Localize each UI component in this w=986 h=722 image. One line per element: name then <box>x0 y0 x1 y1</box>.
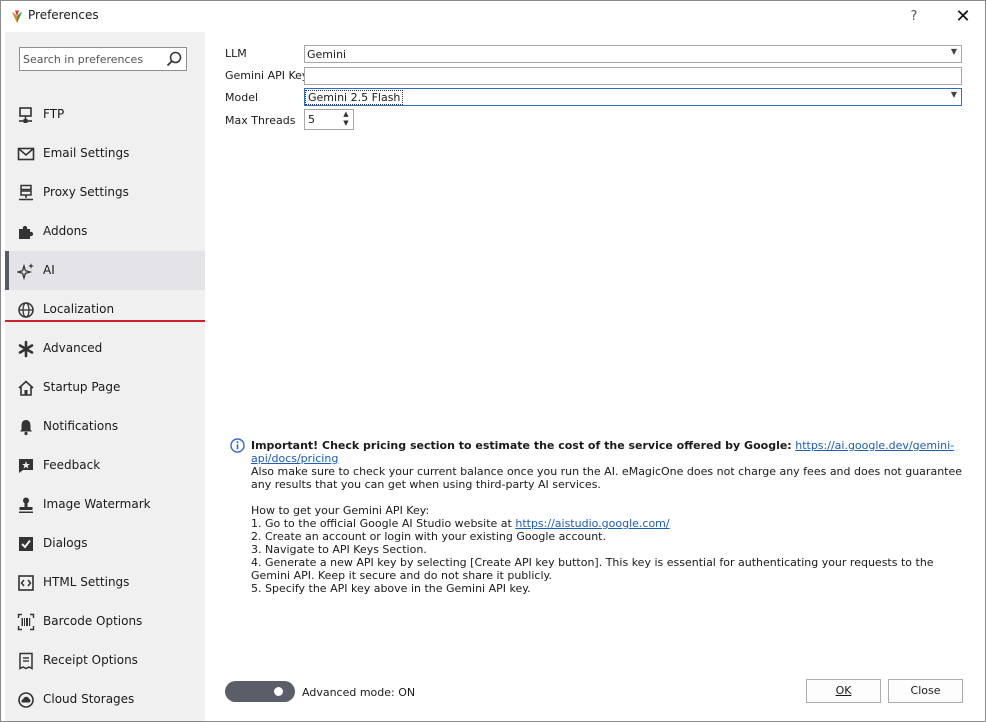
close-window-button[interactable]: ✕ <box>951 5 975 27</box>
ftp-icon <box>19 107 32 123</box>
sidebar-item-advanced[interactable]: Advanced <box>5 329 205 368</box>
step-2: 2. Create an account or login with your … <box>251 530 606 543</box>
sidebar-item-ai[interactable]: AI <box>5 251 205 290</box>
sidebar-item-label: Proxy Settings <box>43 185 129 199</box>
model-selected-value: Gemini 2.5 Flash <box>304 90 404 105</box>
sidebar-item-image-watermark[interactable]: Image Watermark <box>5 485 205 524</box>
step-1-text: 1. Go to the official Google AI Studio w… <box>251 517 512 530</box>
sidebar-item-label: Email Settings <box>43 146 130 160</box>
howto-title: How to get your Gemini API Key: <box>251 504 430 517</box>
globe-icon <box>18 302 34 318</box>
sidebar-item-startup-page[interactable]: Startup Page <box>5 368 205 407</box>
spin-up-icon[interactable]: ▲ <box>341 110 351 119</box>
barcode-icon <box>17 613 35 631</box>
step-1: 1. Go to the official Google AI Studio w… <box>251 517 971 530</box>
toggle-knob <box>274 687 283 696</box>
home-icon <box>18 380 34 396</box>
sidebar-item-label: Localization <box>43 302 115 316</box>
llm-select[interactable]: Gemini ▼ <box>304 45 962 63</box>
sidebar-item-label: Dialogs <box>43 536 88 550</box>
llm-label: LLM <box>225 47 247 60</box>
cloud-icon <box>18 692 34 708</box>
settings-panel: LLM Gemini ▼ Gemini API Key Model Gemini… <box>205 32 985 721</box>
spin-down-icon[interactable]: ▼ <box>341 119 351 128</box>
ok-button[interactable]: OK <box>806 679 881 703</box>
sidebar-item-label: Advanced <box>43 341 103 355</box>
sidebar-item-dialogs[interactable]: Dialogs <box>5 524 205 563</box>
sidebar-item-proxy-settings[interactable]: Proxy Settings <box>5 173 205 212</box>
model-label: Model <box>225 91 259 104</box>
info-icon <box>230 438 245 453</box>
sidebar-item-label: AI <box>43 263 55 277</box>
receipt-icon <box>19 652 33 670</box>
envelope-icon <box>17 147 35 161</box>
pricing-line: Important! Check pricing section to esti… <box>251 439 971 465</box>
sidebar-item-barcode-options[interactable]: Barcode Options <box>5 602 205 641</box>
sidebar-item-label: Startup Page <box>43 380 121 394</box>
sidebar: FTP Email Settings Proxy Settings <box>5 32 205 721</box>
step-4: 4. Generate a new API key by selecting [… <box>251 556 934 582</box>
app-logo-icon <box>12 10 22 23</box>
preferences-window: Preferences ? ✕ FTP <box>0 0 986 722</box>
puzzle-icon <box>19 225 34 239</box>
sidebar-item-addons[interactable]: Addons <box>5 212 205 251</box>
chevron-down-icon: ▼ <box>950 90 957 99</box>
sidebar-item-label: Notifications <box>43 419 119 433</box>
sidebar-item-email-settings[interactable]: Email Settings <box>5 134 205 173</box>
balance-note: Also make sure to check your current bal… <box>251 465 963 491</box>
sidebar-item-cloud-storages[interactable]: Cloud Storages <box>5 680 205 719</box>
api-key-field-box[interactable] <box>304 67 962 85</box>
sidebar-item-label: HTML Settings <box>43 575 130 589</box>
sidebar-item-label: Cloud Storages <box>43 692 135 706</box>
check-box-icon <box>19 537 33 551</box>
advanced-mode-label: Advanced mode: ON <box>302 686 416 699</box>
active-item-underline <box>5 320 205 322</box>
sidebar-item-label: Barcode Options <box>43 614 143 628</box>
sidebar-item-label: Image Watermark <box>43 497 151 511</box>
sidebar-item-receipt-options[interactable]: Receipt Options <box>5 641 205 680</box>
title-bar: Preferences ? ✕ <box>1 1 985 32</box>
sidebar-nav: FTP Email Settings Proxy Settings Addons… <box>5 95 205 719</box>
close-button[interactable]: Close <box>888 679 963 703</box>
info-text: Important! Check pricing section to esti… <box>251 439 971 595</box>
search-icon[interactable] <box>165 50 183 68</box>
api-key-input[interactable] <box>305 68 961 84</box>
sparkle-icon <box>17 263 34 280</box>
proxy-icon <box>19 184 33 201</box>
step-3: 3. Navigate to API Keys Section. <box>251 543 427 556</box>
llm-selected-value: Gemini <box>307 48 347 61</box>
sidebar-item-html-settings[interactable]: HTML Settings <box>5 563 205 602</box>
bell-icon <box>20 420 32 436</box>
stamp-icon <box>19 497 33 513</box>
ai-studio-link[interactable]: https://aistudio.google.com/ <box>515 517 669 530</box>
sidebar-item-label: Receipt Options <box>43 653 138 667</box>
ok-button-label: OK <box>835 684 852 697</box>
asterisk-icon <box>18 340 34 358</box>
sidebar-item-feedback[interactable]: Feedback <box>5 446 205 485</box>
max-threads-spinner[interactable]: 5 ▲ ▼ <box>304 109 354 130</box>
search-input[interactable] <box>23 51 161 67</box>
window-title: Preferences <box>28 8 99 22</box>
feedback-icon <box>19 459 33 473</box>
chevron-down-icon: ▼ <box>950 47 957 56</box>
max-threads-value: 5 <box>308 113 315 126</box>
sidebar-item-label: Addons <box>43 224 88 238</box>
sidebar-item-ftp[interactable]: FTP <box>5 95 205 134</box>
help-button[interactable]: ? <box>902 5 926 27</box>
api-key-label: Gemini API Key <box>225 69 309 82</box>
step-5: 5. Specify the API key above in the Gemi… <box>251 582 531 595</box>
model-select[interactable]: Gemini 2.5 Flash ▼ <box>304 88 962 106</box>
search-box[interactable] <box>19 47 187 71</box>
code-icon <box>18 575 34 591</box>
advanced-mode-toggle[interactable] <box>225 681 295 702</box>
sidebar-item-localization[interactable]: Localization <box>5 290 205 329</box>
max-threads-label: Max Threads <box>225 114 296 127</box>
sidebar-item-notifications[interactable]: Notifications <box>5 407 205 446</box>
sidebar-item-label: Feedback <box>43 458 101 472</box>
sidebar-item-label: FTP <box>43 107 65 121</box>
important-notice: Important! Check pricing section to esti… <box>251 439 792 452</box>
